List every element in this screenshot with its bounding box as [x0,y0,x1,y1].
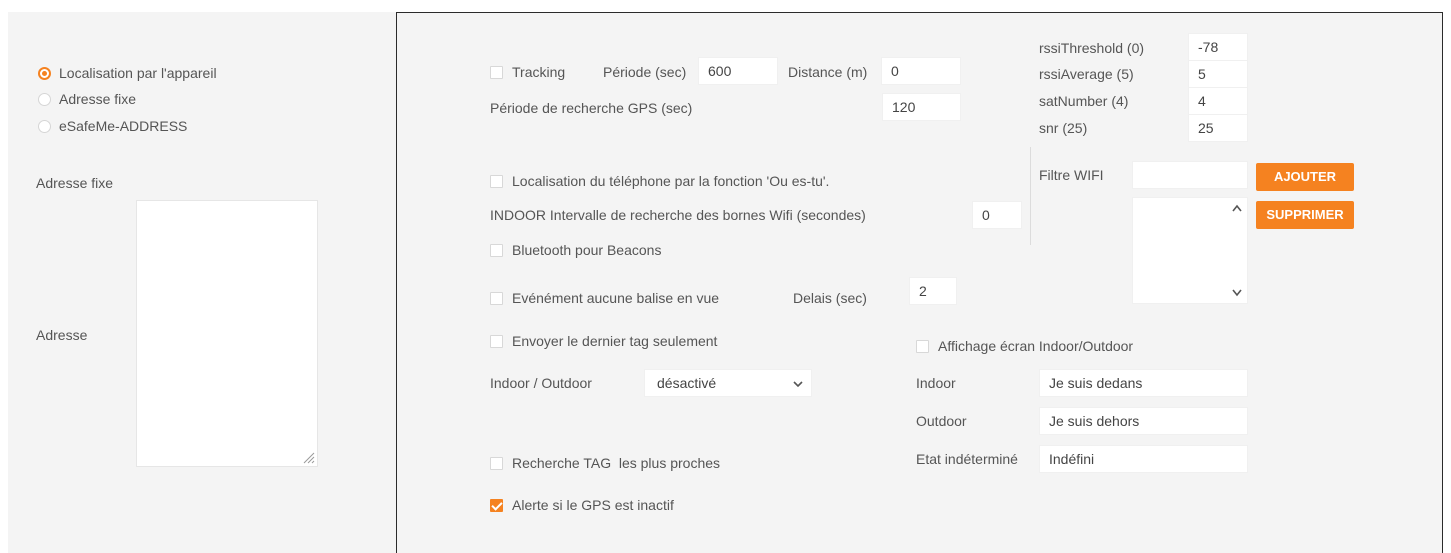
checkbox-icon [916,339,929,353]
checkbox-icon [490,291,503,305]
address-label: Adresse [36,327,88,343]
gps-alert-label: Alerte si le GPS est inactif [512,497,674,513]
distance-input[interactable] [881,57,961,85]
radio-device-location[interactable]: Localisation par l'appareil [38,64,217,82]
unknown-state-input[interactable] [1039,445,1248,473]
settings-panel: Tracking Période (sec) Distance (m) Péri… [396,12,1443,553]
radio-fixed-address[interactable]: Adresse fixe [38,90,136,108]
period-label: Période (sec) [603,64,687,80]
radio-unchecked-icon [38,119,51,133]
snr-label: snr (25) [1039,120,1088,136]
nearest-tag-checkbox[interactable]: Recherche TAG les plus proches [490,454,720,472]
gps-alert-checkbox[interactable]: Alerte si le GPS est inactif [490,496,674,514]
rssi-average-input[interactable] [1188,60,1248,88]
indoor-outdoor-selected: désactivé [657,375,717,391]
wifi-filter-input[interactable] [1132,161,1248,189]
wifi-filter-label: Filtre WIFI [1039,167,1104,183]
radio-label: eSafeMe-ADDRESS [59,118,188,134]
phone-location-label: Localisation du téléphone par la fonctio… [512,173,830,189]
checkbox-icon [490,456,503,470]
nearest-tag-label: Recherche TAG les plus proches [512,455,721,471]
unknown-state-label: Etat indéterminé [916,451,1018,467]
remove-button[interactable]: SUPPRIMER [1256,201,1354,229]
indoor-wifi-label: INDOOR Intervalle de recherche des borne… [490,207,866,223]
indoor-outdoor-select[interactable]: désactivé [644,369,812,397]
scroll-down-icon[interactable] [1232,289,1242,297]
bluetooth-checkbox[interactable]: Bluetooth pour Beacons [490,241,661,259]
gps-period-label: Période de recherche GPS (sec) [490,100,693,116]
sat-number-input[interactable] [1188,87,1248,115]
rssi-threshold-label: rssiThreshold (0) [1039,40,1145,56]
display-screen-checkbox[interactable]: Affichage écran Indoor/Outdoor [916,337,1133,355]
rssi-threshold-input[interactable] [1188,33,1248,61]
no-beacon-checkbox[interactable]: Evénément aucune balise en vue [490,289,719,307]
add-button[interactable]: AJOUTER [1256,163,1354,191]
resize-grip-icon[interactable] [301,450,315,464]
tracking-label: Tracking [512,64,566,80]
radio-esafeme-address[interactable]: eSafeMe-ADDRESS [38,117,187,135]
sat-number-label: satNumber (4) [1039,93,1129,109]
outdoor-text-label: Outdoor [916,413,967,429]
rssi-average-label: rssiAverage (5) [1039,66,1134,82]
outdoor-text-input[interactable] [1039,407,1248,435]
delay-input[interactable] [909,277,957,305]
radio-checked-icon [38,66,51,80]
radio-label: Adresse fixe [59,91,137,107]
bluetooth-label: Bluetooth pour Beacons [512,242,662,258]
address-textarea[interactable] [136,200,318,467]
checkbox-checked-icon [490,498,503,512]
tracking-checkbox[interactable]: Tracking [490,63,565,81]
location-panel: Localisation par l'appareil Adresse fixe… [8,12,396,553]
radio-label: Localisation par l'appareil [59,65,217,81]
checkbox-icon [490,174,503,188]
last-tag-checkbox[interactable]: Envoyer le dernier tag seulement [490,332,717,350]
section-divider [1030,147,1031,245]
chevron-down-icon [793,381,803,388]
snr-input[interactable] [1188,114,1248,142]
indoor-text-input[interactable] [1039,369,1248,397]
delay-label: Delais (sec) [793,290,867,306]
radio-unchecked-icon [38,92,51,106]
scroll-up-icon[interactable] [1232,204,1242,212]
period-input[interactable] [698,57,778,85]
gps-period-input[interactable] [882,93,961,121]
last-tag-label: Envoyer le dernier tag seulement [512,333,718,349]
fixed-address-label: Adresse fixe [36,175,114,191]
indoor-text-label: Indoor [916,375,956,391]
indoor-wifi-input[interactable] [972,201,1022,229]
phone-location-checkbox[interactable]: Localisation du téléphone par la fonctio… [490,172,829,190]
checkbox-icon [490,243,503,257]
distance-label: Distance (m) [788,64,868,80]
indoor-outdoor-label: Indoor / Outdoor [490,375,592,391]
wifi-filter-list[interactable] [1132,197,1248,304]
checkbox-icon [490,334,503,348]
no-beacon-label: Evénément aucune balise en vue [512,290,720,306]
display-screen-label: Affichage écran Indoor/Outdoor [938,338,1134,354]
checkbox-icon [490,65,503,79]
